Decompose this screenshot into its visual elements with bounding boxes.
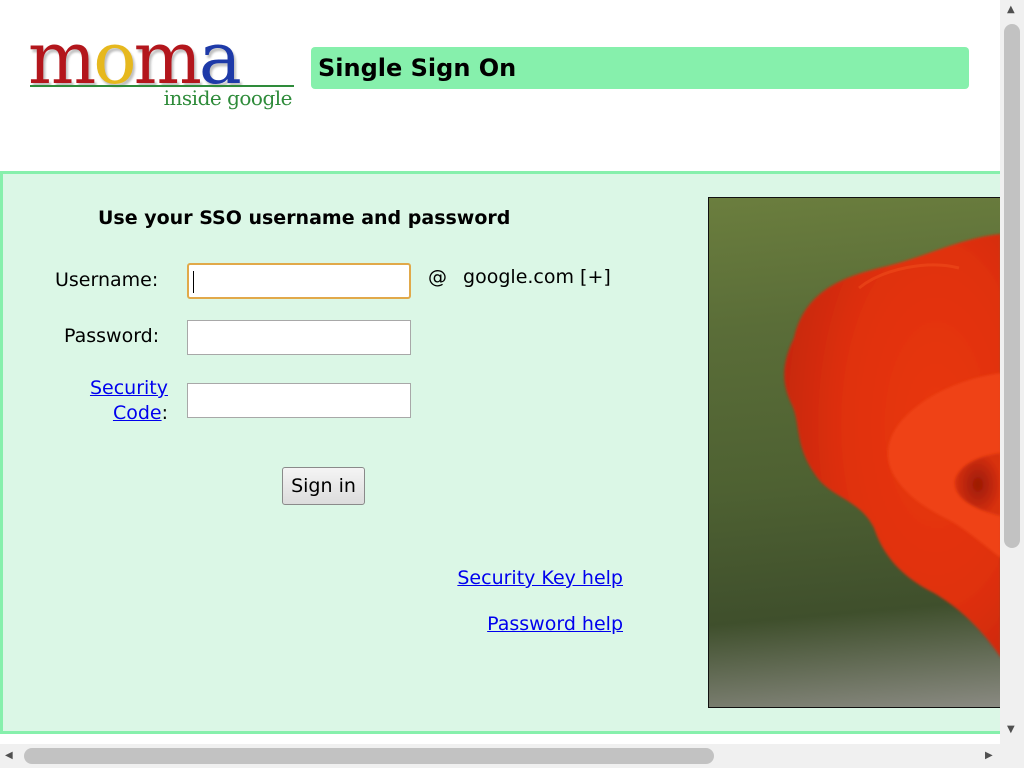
horizontal-scroll-thumb[interactable] — [24, 748, 714, 764]
logo-wordmark: moma — [28, 16, 242, 100]
scroll-up-icon[interactable]: ▲ — [1007, 5, 1015, 15]
vertical-scroll-thumb[interactable] — [1004, 24, 1020, 548]
scroll-left-icon[interactable]: ◀ — [5, 751, 13, 761]
text-caret — [193, 271, 194, 293]
form-heading: Use your SSO username and password — [98, 207, 511, 229]
security-key-help-link[interactable]: Security Key help — [457, 567, 623, 589]
scroll-down-icon[interactable]: ▼ — [1007, 725, 1015, 735]
security-code-link-line1[interactable]: Security — [90, 377, 168, 399]
security-code-input[interactable] — [187, 383, 411, 418]
security-code-label: Security Code: — [60, 376, 168, 426]
username-label: Username: — [55, 269, 159, 291]
sign-in-button[interactable]: Sign in — [282, 467, 365, 505]
scrollbar-corner — [1000, 744, 1024, 768]
security-code-link-line2[interactable]: Code — [113, 402, 162, 424]
password-label: Password: — [64, 325, 160, 347]
domain-text[interactable]: google.com [+] — [463, 266, 611, 288]
page-title: Single Sign On — [318, 54, 517, 82]
password-help-link[interactable]: Password help — [487, 613, 623, 635]
moma-logo: moma inside google — [28, 22, 294, 122]
scroll-right-icon[interactable]: ▶ — [985, 751, 993, 761]
logo-subtitle: inside google — [163, 86, 293, 110]
page-title-bar: Single Sign On — [311, 47, 969, 89]
domain-suffix[interactable]: @ google.com [+] — [428, 266, 611, 288]
at-sign: @ — [428, 266, 447, 288]
flower-photo — [708, 197, 1000, 708]
poppy-image — [784, 234, 1000, 657]
security-code-colon: : — [161, 402, 168, 424]
password-input[interactable] — [187, 320, 411, 355]
username-input[interactable] — [187, 263, 411, 299]
